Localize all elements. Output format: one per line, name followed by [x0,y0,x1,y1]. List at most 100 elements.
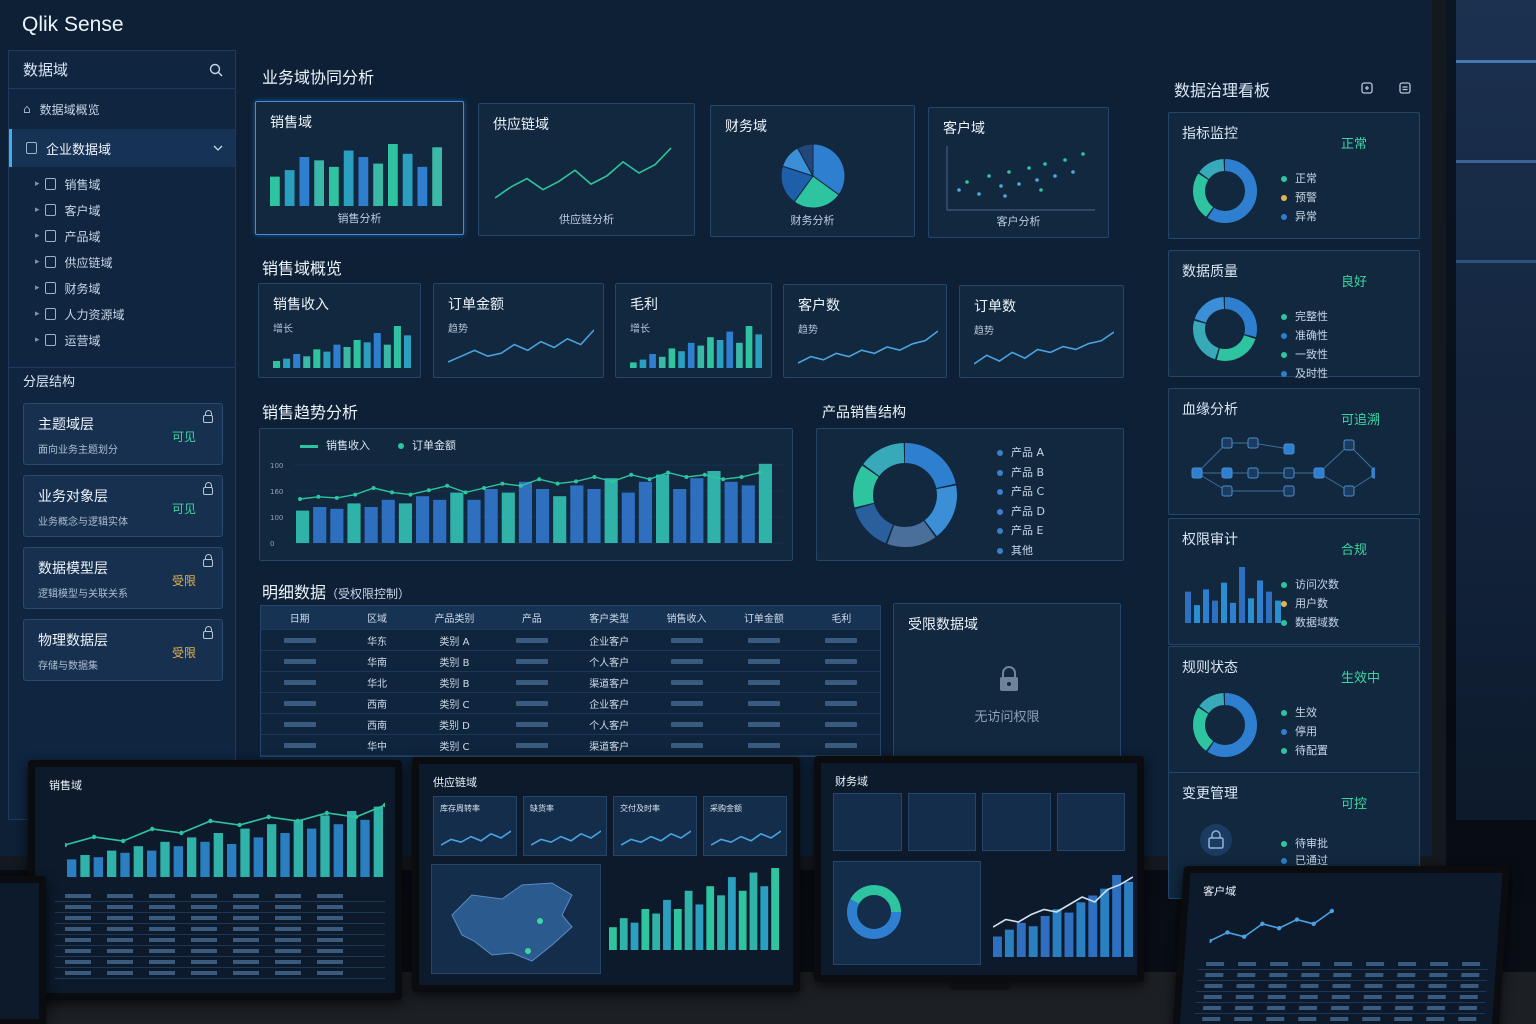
masked-cell [648,635,725,646]
governance-card[interactable]: 血缘分析 可追溯 [1168,388,1420,515]
table-row[interactable]: 华南 类别 B 个人客户 [261,651,880,672]
masked-cell [233,916,259,920]
table-row[interactable]: 西南 类别 D 个人客户 [261,714,880,735]
masked-cell [1234,1017,1253,1021]
kpi-title: 毛利 [630,297,658,313]
bar [501,492,515,543]
column-header[interactable]: 订单金额 [725,610,802,625]
kpi-card-orders[interactable]: 订单数 趋势 [959,285,1124,378]
masked-cell [149,905,175,909]
layer-card-business-object[interactable]: 业务对象层 业务概念与逻辑实体 可见 [23,475,223,537]
bar [416,496,430,543]
bar [1248,598,1254,623]
masked-cell [1301,962,1321,966]
domain-card-customer[interactable]: 客户域 客户分析 [928,107,1109,238]
bar [630,922,639,950]
layer-card-physical[interactable]: 物理数据层 存储与数据集 受限 [23,619,223,681]
kpi-card-order-amount[interactable]: 订单金额 趋势 [433,283,604,378]
gov-card-chart [1193,693,1257,757]
masked-cell [1267,995,1286,999]
bar [1212,600,1218,623]
sidebar-item-product[interactable]: ▸ 产品域 [9,223,235,249]
point [150,826,155,832]
lock-icon [1200,824,1232,856]
lock-icon [1000,666,1018,691]
bar [641,909,650,950]
card-title: 客户域 [943,121,985,137]
legend-order-amount: 订单金额 [398,437,456,453]
gov-card-status: 可控 [1341,797,1368,812]
legend-item: 生效 [1281,703,1328,722]
point [179,830,184,836]
bar [347,811,357,877]
bar [343,347,351,368]
domain-card-finance[interactable]: 财务域 财务分析 [710,105,915,237]
table-cell: 企业客户 [589,636,630,648]
point [353,814,359,820]
point [702,472,707,477]
column-header[interactable]: 客户类型 [571,610,648,625]
domain-card-supply-chain[interactable]: 供应链域 供应链分析 [478,103,695,236]
kpi-card-customers[interactable]: 客户数 趋势 [783,284,947,378]
section-title-trend: 销售趋势分析 [262,403,359,422]
legend-item: 及时性 [1281,364,1328,383]
sidebar-item-sales[interactable]: ▸ 销售域 [9,171,235,197]
chevron-down-icon [213,145,223,151]
governance-card[interactable]: 指标监控 正常 正常 预警 异常 [1168,112,1420,239]
domain-card-sales[interactable]: 销售域 销售分析 [255,101,464,235]
sidebar-item-customer[interactable]: ▸ 客户域 [9,197,235,223]
column-header[interactable]: 毛利 [803,610,880,625]
governance-card[interactable]: 数据质量 良好 完整性 准确性 一致性 及时性 [1168,250,1420,380]
column-header[interactable]: 销售收入 [648,610,725,625]
sidebar-item-operations[interactable]: ▸ 运营域 [9,327,235,353]
table-row[interactable]: 华东 类别 A 企业客户 [261,630,880,651]
sidebar-item-supply-chain[interactable]: ▸ 供应链域 [9,249,235,275]
masked-cell [261,635,338,646]
office-window [1456,0,1536,820]
export-icon[interactable] [1360,81,1374,95]
bar [638,481,652,543]
point [1311,921,1316,927]
masked-cell [191,916,217,920]
governance-card[interactable]: 规则状态 生效中 生效 停用 待配置 [1168,646,1420,773]
point [208,818,213,824]
point [666,470,670,475]
table-row[interactable]: 华北 类别 B 渠道客户 [261,672,880,693]
table-row [55,891,385,902]
layer-card-subject[interactable]: 主题域层 面向业务主题划分 可见 [23,403,223,465]
gov-card-title: 指标监控 [1182,126,1238,142]
customer-scatter-chart [946,146,1095,211]
node [1247,467,1259,479]
monitor-kpi-row: 库存周转率 缺货率 交付及时率 采购金额 [433,796,787,856]
governance-card[interactable]: 权限审计 合规 访问次数 用户数 数据域数 [1168,518,1420,645]
column-header[interactable]: 产品 [493,610,570,625]
sidebar-item-hr[interactable]: ▸ 人力资源域 [9,301,235,327]
search-icon[interactable] [209,63,223,77]
sidebar-item-finance[interactable]: ▸ 财务域 [9,275,235,301]
bar [726,331,734,368]
legend-label: 完整性 [1295,310,1328,323]
kpi-card-gross-profit[interactable]: 毛利 增长 [615,283,772,378]
monitor-kpi-label: 库存周转率 [440,804,480,813]
kpi-card-revenue[interactable]: 销售收入 增长 [258,283,421,378]
bar [432,147,442,206]
column-header[interactable]: 产品类别 [416,610,493,625]
sidebar-item-enterprise[interactable]: 企业数据域 [9,129,235,167]
column-header[interactable]: 日期 [261,610,338,625]
table-cell: 华东 [367,636,388,648]
masked-cell [1394,1017,1413,1021]
table-row[interactable]: 西南 类别 C 企业客户 [261,693,880,714]
masked-cell [1202,1017,1221,1021]
masked-cell [65,949,91,953]
database-icon [26,142,37,154]
settings-icon[interactable] [1398,81,1412,95]
sidebar-item-overview[interactable]: ⌂ 数据域概览 [9,89,235,129]
legend-label: 产品 C [1011,485,1045,498]
layer-card-data-model[interactable]: 数据模型层 逻辑模型与关联关系 受限 [23,547,223,609]
sidebar-item-label: 人力资源域 [64,307,125,322]
table-row[interactable]: 华中 类别 C 渠道客户 [261,735,880,756]
masked-cell [1427,995,1446,999]
bar [353,340,361,368]
sidebar-item-label: 财务域 [64,281,101,296]
column-header[interactable]: 区域 [338,610,415,625]
